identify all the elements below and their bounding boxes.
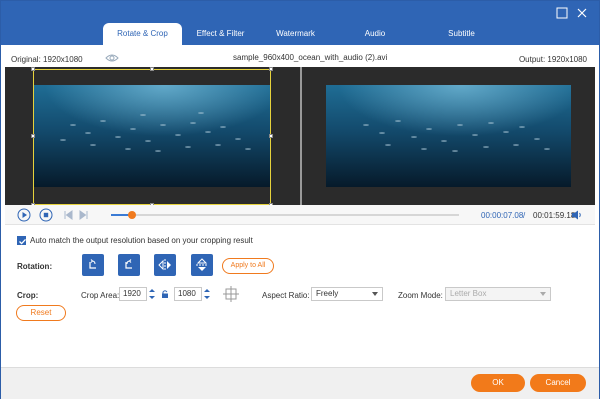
info-bar: Original: 1920x1080 sample_960x400_ocean… xyxy=(5,51,595,67)
next-frame-icon[interactable] xyxy=(77,208,91,222)
tab-effect-filter[interactable]: Effect & Filter xyxy=(184,23,257,45)
volume-icon[interactable] xyxy=(570,208,584,222)
output-video-frame xyxy=(326,85,571,187)
crop-width-stepper[interactable] xyxy=(148,287,156,301)
apply-to-all-button[interactable]: Apply to All xyxy=(222,258,274,274)
rotate-left-button[interactable] xyxy=(82,254,104,276)
eye-icon[interactable] xyxy=(105,53,119,63)
original-preview xyxy=(5,67,300,207)
cancel-button[interactable]: Cancel xyxy=(530,374,586,392)
minimize-icon[interactable] xyxy=(556,7,568,19)
rotate-right-button[interactable] xyxy=(118,254,140,276)
chevron-down-icon xyxy=(372,292,378,296)
aspect-ratio-select[interactable]: Freely xyxy=(311,287,383,301)
flip-vertical-icon xyxy=(196,258,208,271)
zoom-mode-value: Letter Box xyxy=(450,289,487,298)
preview-area xyxy=(5,67,595,207)
center-crop-icon[interactable] xyxy=(221,284,241,304)
progress-track[interactable] xyxy=(111,214,459,216)
crop-height-stepper[interactable] xyxy=(203,287,211,301)
crop-handle-top-right[interactable] xyxy=(269,67,273,71)
crop-handle-left[interactable] xyxy=(31,134,35,138)
output-preview xyxy=(302,67,595,205)
file-name: sample_960x400_ocean_with_audio (2).avi xyxy=(233,53,388,62)
rotate-right-icon xyxy=(125,259,132,269)
crop-handle-right[interactable] xyxy=(269,134,273,138)
close-icon[interactable] xyxy=(576,7,588,19)
stop-icon[interactable] xyxy=(39,208,53,222)
previous-frame-icon[interactable] xyxy=(61,208,75,222)
total-time: 00:01:59.18 xyxy=(533,211,576,220)
output-resolution: Output: 1920x1080 xyxy=(518,55,587,64)
flip-horizontal-icon xyxy=(158,259,171,271)
crop-handle-top-left[interactable] xyxy=(31,67,35,71)
lock-icon[interactable] xyxy=(160,289,170,299)
crop-frame[interactable] xyxy=(31,67,273,207)
zoom-mode-select: Letter Box xyxy=(445,287,551,301)
flip-vertical-button[interactable] xyxy=(191,254,213,276)
crop-height-input[interactable]: 1080 xyxy=(174,287,202,301)
aspect-ratio-value: Freely xyxy=(316,289,339,298)
play-icon[interactable] xyxy=(17,208,31,222)
auto-match-label: Auto match the output resolution based o… xyxy=(30,236,253,245)
dialog-footer: OK Cancel xyxy=(1,367,599,399)
rotate-crop-dialog: Rotate & Crop Effect & Filter Watermark … xyxy=(0,0,600,399)
progress-thumb[interactable] xyxy=(127,211,136,219)
crop-width-input[interactable]: 1920 xyxy=(119,287,147,301)
auto-match-option[interactable]: Auto match the output resolution based o… xyxy=(17,236,253,245)
auto-match-checkbox[interactable] xyxy=(17,236,26,245)
title-bar: Rotate & Crop Effect & Filter Watermark … xyxy=(1,1,599,45)
crop-area-label: Crop Area: xyxy=(81,291,120,300)
playback-bar: 00:00:07.08 / 00:01:59.18 xyxy=(5,205,595,225)
rotate-left-icon xyxy=(89,259,96,269)
reset-button[interactable]: Reset xyxy=(16,305,66,321)
tab-rotate-crop[interactable]: Rotate & Crop xyxy=(103,23,182,45)
aspect-ratio-label: Aspect Ratio: xyxy=(262,291,310,300)
tab-subtitle[interactable]: Subtitle xyxy=(418,23,505,45)
ok-button[interactable]: OK xyxy=(471,374,525,392)
time-separator: / xyxy=(523,211,526,220)
current-time: 00:00:07.08 xyxy=(481,211,524,220)
crop-handle-top[interactable] xyxy=(150,67,154,71)
flip-horizontal-button[interactable] xyxy=(154,254,176,276)
tab-watermark[interactable]: Watermark xyxy=(259,23,332,45)
rotation-label: Rotation: xyxy=(17,262,53,271)
tab-bar: Rotate & Crop Effect & Filter Watermark … xyxy=(103,23,507,45)
tab-audio[interactable]: Audio xyxy=(334,23,416,45)
chevron-down-icon xyxy=(540,292,546,296)
zoom-mode-label: Zoom Mode: xyxy=(398,291,443,300)
original-resolution: Original: 1920x1080 xyxy=(11,55,83,64)
crop-label: Crop: xyxy=(17,291,39,300)
